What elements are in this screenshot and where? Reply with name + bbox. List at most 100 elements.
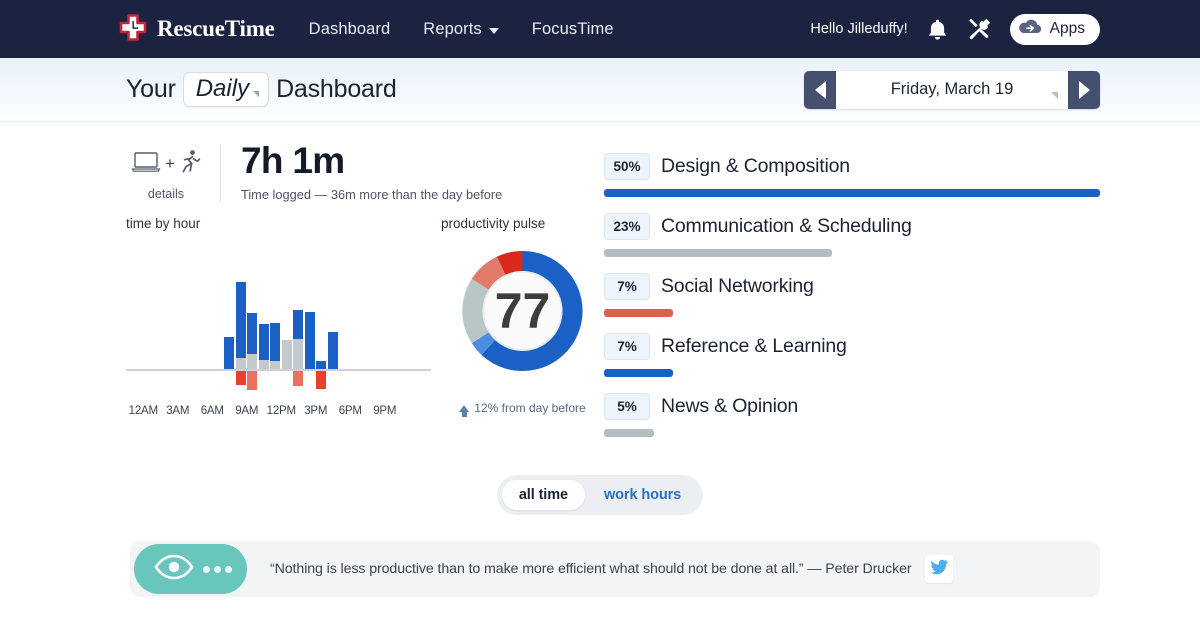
share-twitter-button[interactable] bbox=[924, 555, 953, 583]
cloud-arrow-icon bbox=[1018, 17, 1043, 42]
category-bar-fill bbox=[604, 369, 674, 377]
hour-bar[interactable] bbox=[270, 241, 280, 389]
details-button[interactable]: + details bbox=[126, 142, 206, 201]
category-row[interactable]: 50% Design & Composition bbox=[604, 153, 1100, 197]
hour-bar-distracting bbox=[293, 371, 303, 386]
nav-link-reports-label: Reports bbox=[423, 19, 482, 38]
nav-link-dashboard[interactable]: Dashboard bbox=[309, 20, 391, 39]
eye-icon bbox=[154, 554, 194, 585]
nav-link-focustime[interactable]: FocusTime bbox=[532, 20, 614, 39]
hour-bar-neutral bbox=[270, 361, 280, 369]
pulse-segment bbox=[496, 251, 524, 276]
nav-right-group: Hello Jilleduffy! Apps bbox=[810, 13, 1100, 45]
focus-eye-button[interactable] bbox=[134, 544, 247, 594]
category-bar-fill bbox=[604, 429, 654, 437]
hour-bar[interactable] bbox=[316, 241, 326, 389]
toggle-all-time[interactable]: all time bbox=[501, 480, 585, 510]
hour-bar[interactable] bbox=[224, 241, 234, 389]
category-header: 23% Communication & Scheduling bbox=[604, 213, 1100, 240]
details-icons: + bbox=[126, 147, 206, 181]
period-selector-label: Daily bbox=[195, 75, 250, 102]
pulse-segment bbox=[471, 332, 496, 355]
hour-bar-productive bbox=[293, 310, 303, 339]
category-bar-fill bbox=[604, 189, 1100, 197]
hour-bar-productive bbox=[235, 282, 246, 358]
category-list: 50% Design & Composition 23% Communication … bbox=[604, 142, 1100, 453]
category-name: Social Networking bbox=[661, 275, 814, 297]
nav-link-focustime-label: FocusTime bbox=[531, 19, 614, 38]
category-percent: 23% bbox=[604, 213, 650, 240]
category-bar-track bbox=[604, 369, 1100, 377]
hour-bar[interactable] bbox=[293, 241, 303, 389]
page-title-suffix: Dashboard bbox=[276, 75, 397, 103]
toggle-work-hours[interactable]: work hours bbox=[587, 480, 698, 510]
chevron-down-icon bbox=[1051, 91, 1058, 99]
time-scope-toggle-row: all time work hours bbox=[0, 475, 1200, 515]
time-scope-toggle: all time work hours bbox=[496, 475, 704, 515]
hour-bar-neutral bbox=[247, 354, 257, 369]
category-row[interactable]: 5% News & Opinion bbox=[604, 393, 1100, 437]
brand-logo[interactable]: RescueTime bbox=[118, 14, 275, 44]
hour-bar-productive bbox=[270, 323, 280, 361]
hour-bars[interactable] bbox=[126, 241, 431, 390]
brand-name: RescueTime bbox=[157, 16, 275, 41]
time-by-hour-chart: time by hour 12AM 3AM 6AM 9AM 12PM 3PM 6PM 9PM bbox=[126, 216, 431, 417]
category-header: 50% Design & Composition bbox=[604, 153, 1100, 180]
pulse-segment bbox=[462, 278, 489, 344]
summary-divider bbox=[220, 144, 221, 202]
charts-row: time by hour 12AM 3AM 6AM 9AM 12PM 3PM 6PM 9PM … bbox=[126, 216, 604, 417]
dashboard-titlebar: Your Daily Dashboard Friday, March 19 bbox=[0, 58, 1200, 122]
page-title-prefix: Your bbox=[126, 75, 176, 103]
category-row[interactable]: 23% Communication & Scheduling bbox=[604, 213, 1100, 257]
category-bar-fill bbox=[604, 309, 674, 317]
hour-bar-productive bbox=[304, 312, 315, 369]
category-percent: 5% bbox=[604, 393, 650, 420]
hour-bar[interactable] bbox=[258, 241, 269, 389]
pulse-donut[interactable]: 77 bbox=[441, 241, 604, 389]
category-header: 7% Social Networking bbox=[604, 273, 1100, 300]
hour-bar-distracting bbox=[247, 371, 257, 390]
hour-bar[interactable] bbox=[304, 241, 315, 389]
chevron-right-icon bbox=[1078, 80, 1090, 99]
next-day-button[interactable] bbox=[1068, 70, 1100, 109]
hour-bar-productive bbox=[258, 324, 269, 360]
category-bar-track bbox=[604, 429, 1100, 437]
chevron-down-icon bbox=[488, 27, 499, 34]
date-navigator: Friday, March 19 bbox=[804, 70, 1100, 109]
category-row[interactable]: 7% Reference & Learning bbox=[604, 333, 1100, 377]
hour-tick-label: 3PM bbox=[304, 405, 328, 417]
category-bar-track bbox=[604, 249, 1100, 257]
hour-bar-distracting bbox=[316, 371, 326, 389]
category-bar-fill bbox=[604, 249, 833, 257]
hour-bar-productive bbox=[247, 313, 257, 354]
category-name: Reference & Learning bbox=[661, 335, 847, 357]
hour-tick-label: 9AM bbox=[235, 405, 259, 417]
category-row[interactable]: 7% Social Networking bbox=[604, 273, 1100, 317]
category-name: Design & Composition bbox=[661, 155, 850, 177]
nav-link-dashboard-label: Dashboard bbox=[308, 19, 391, 38]
left-column: + details 7h 1m Time logged — 36m more t… bbox=[126, 140, 604, 453]
date-display[interactable]: Friday, March 19 bbox=[836, 70, 1068, 109]
hour-tick-label: 12AM bbox=[128, 405, 158, 417]
quote-bar: “Nothing is less productive than to make… bbox=[130, 541, 1100, 597]
hour-bar-neutral bbox=[281, 340, 292, 369]
arrow-up-icon bbox=[459, 404, 470, 417]
laptop-icon bbox=[131, 151, 161, 178]
apps-button[interactable]: Apps bbox=[1009, 13, 1100, 45]
category-percent: 7% bbox=[604, 273, 650, 300]
hour-bar[interactable] bbox=[247, 241, 257, 390]
period-selector[interactable]: Daily bbox=[182, 72, 270, 107]
total-time-subtitle: Time logged — 36m more than the day befo… bbox=[241, 186, 503, 202]
hour-bar[interactable] bbox=[235, 241, 246, 389]
hour-tick-label: 6PM bbox=[338, 405, 362, 417]
wrench-screwdriver-icon[interactable] bbox=[967, 17, 991, 41]
prev-day-button[interactable] bbox=[804, 70, 836, 109]
nav-link-reports[interactable]: Reports bbox=[423, 19, 499, 39]
hour-bar[interactable] bbox=[327, 241, 338, 389]
bell-icon[interactable] bbox=[927, 18, 948, 41]
category-bar-track bbox=[604, 309, 1100, 317]
total-time-value: 7h 1m bbox=[241, 140, 345, 181]
user-greeting: Hello Jilleduffy! bbox=[810, 21, 908, 37]
hour-bar[interactable] bbox=[281, 241, 292, 389]
pulse-delta: 12% from day before bbox=[441, 401, 604, 417]
